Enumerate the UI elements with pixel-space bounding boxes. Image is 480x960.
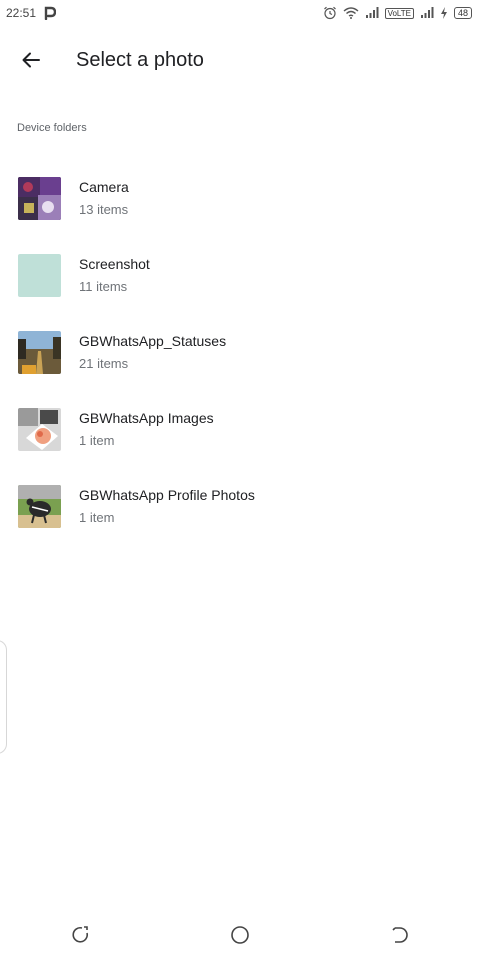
folder-text: GBWhatsApp Profile Photos 1 item	[79, 485, 255, 528]
folder-name: GBWhatsApp_Statuses	[79, 333, 227, 349]
folder-thumbnail	[18, 485, 61, 528]
folder-count: 13 items	[79, 202, 129, 217]
back-nav-button[interactable]	[370, 915, 430, 955]
folder-list: Camera 13 items Screenshot 11 items GBWh…	[0, 160, 480, 545]
page-title: Select a photo	[76, 48, 204, 71]
edge-panel-handle[interactable]	[0, 640, 7, 754]
charging-icon	[440, 7, 447, 19]
home-button[interactable]	[210, 915, 270, 955]
status-right: VoLTE 48	[323, 6, 480, 20]
arrow-back-icon	[22, 52, 40, 68]
folder-text: Screenshot 11 items	[79, 254, 150, 297]
back-button[interactable]	[7, 38, 55, 82]
folder-text: Camera 13 items	[79, 177, 129, 220]
section-label: Device folders	[17, 122, 87, 134]
status-left: 22:51	[0, 6, 57, 20]
folder-item-camera[interactable]: Camera 13 items	[0, 160, 480, 237]
battery-icon: 48	[453, 7, 472, 19]
folder-item-gbwhatsapp-profile-photos[interactable]: GBWhatsApp Profile Photos 1 item	[0, 468, 480, 545]
folder-name: GBWhatsApp Profile Photos	[79, 487, 255, 503]
back-nav-icon	[392, 927, 408, 943]
folder-name: Screenshot	[79, 256, 150, 272]
recents-icon	[72, 926, 89, 943]
folder-text: GBWhatsApp Images 1 item	[79, 408, 214, 451]
navigation-bar	[0, 910, 480, 960]
folder-item-gbwhatsapp-statuses[interactable]: GBWhatsApp_Statuses 21 items	[0, 314, 480, 391]
home-icon	[231, 926, 249, 944]
folder-thumbnail	[18, 254, 61, 297]
folder-item-gbwhatsapp-images[interactable]: GBWhatsApp Images 1 item	[0, 391, 480, 468]
folder-count: 11 items	[79, 279, 128, 294]
status-time: 22:51	[6, 6, 37, 20]
wifi-icon	[343, 7, 359, 19]
folder-thumbnail	[18, 408, 61, 451]
app-bar: Select a photo	[0, 38, 480, 82]
volte-badge: VoLTE	[384, 7, 414, 19]
folder-name: GBWhatsApp Images	[79, 410, 214, 426]
signal-icon	[420, 7, 434, 18]
folder-count: 1 item	[79, 510, 115, 525]
status-bar: 22:51 VoLTE 48	[0, 0, 480, 26]
folder-item-screenshot[interactable]: Screenshot 11 items	[0, 237, 480, 314]
folder-name: Camera	[79, 179, 129, 195]
recents-button[interactable]	[50, 915, 110, 955]
p-app-icon	[44, 6, 57, 20]
folder-text: GBWhatsApp_Statuses 21 items	[79, 331, 226, 374]
folder-thumbnail	[18, 177, 61, 220]
alarm-icon	[323, 6, 336, 20]
signal-icon	[365, 7, 379, 18]
folder-count: 21 items	[79, 356, 129, 371]
folder-count: 1 item	[79, 433, 115, 448]
folder-thumbnail	[18, 331, 61, 374]
